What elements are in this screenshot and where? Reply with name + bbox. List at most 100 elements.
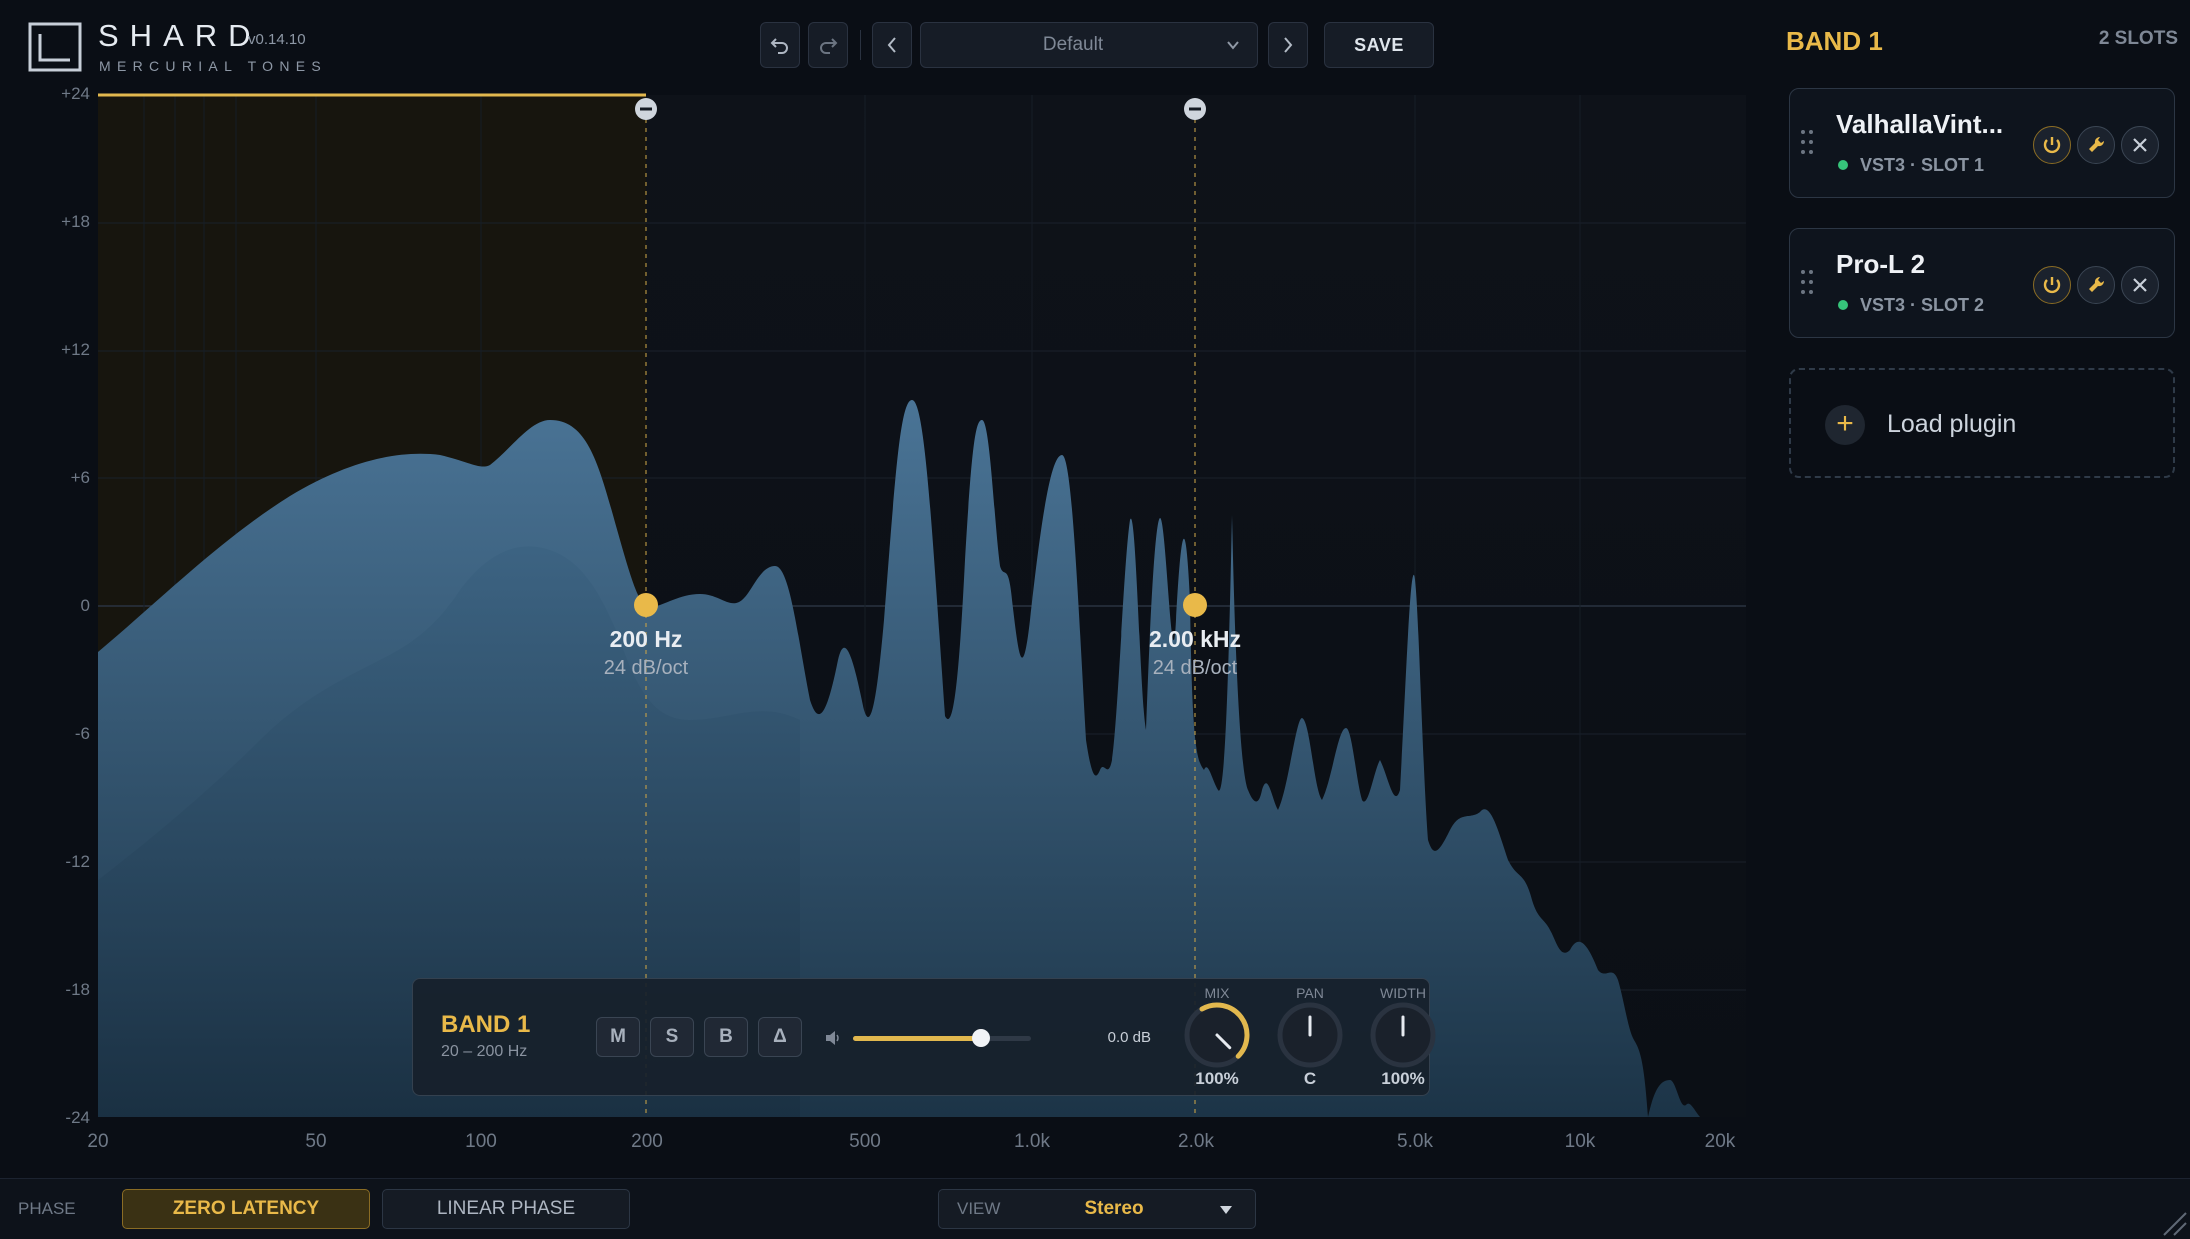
remove-crossover-200hz-icon[interactable] bbox=[635, 98, 657, 120]
redo-button[interactable] bbox=[808, 22, 848, 68]
close-icon bbox=[2133, 278, 2147, 292]
bypass-button[interactable]: B bbox=[704, 1017, 748, 1057]
next-preset-button[interactable] bbox=[1268, 22, 1308, 68]
x-tick: 2.0k bbox=[1178, 1131, 1214, 1152]
band-control-panel: BAND 1 20 – 200 Hz M S B Δ 0.0 dB MIX 10… bbox=[412, 978, 1436, 1096]
zero-latency-button[interactable]: ZERO LATENCY bbox=[122, 1189, 370, 1229]
crossover-slope: 24 dB/oct bbox=[603, 657, 689, 679]
x-tick: 10k bbox=[1564, 1131, 1596, 1152]
preset-name: Default bbox=[1042, 34, 1104, 55]
width-knob[interactable] bbox=[1367, 999, 1439, 1071]
active-status-dot bbox=[1838, 300, 1848, 310]
wrench-icon bbox=[2089, 276, 2105, 292]
view-selector[interactable]: VIEW Stereo bbox=[938, 1189, 1256, 1229]
toolbar-divider bbox=[860, 30, 861, 60]
crossover-node-2khz[interactable] bbox=[1183, 593, 1207, 617]
x-tick: 500 bbox=[849, 1131, 881, 1152]
y-tick: +12 bbox=[61, 340, 90, 359]
mix-knob[interactable] bbox=[1181, 999, 1253, 1071]
plugin-name: ValhallaVint... bbox=[1836, 109, 2004, 139]
wrench-icon bbox=[2089, 136, 2105, 152]
crossover-label-200hz: 200 Hz 24 dB/oct bbox=[546, 626, 746, 680]
chevron-left-icon bbox=[887, 37, 896, 53]
y-tick: +6 bbox=[70, 468, 90, 487]
y-tick: 0 bbox=[80, 596, 90, 615]
remove-plugin-button[interactable] bbox=[2121, 126, 2159, 164]
solo-button[interactable]: S bbox=[650, 1017, 694, 1057]
power-button[interactable] bbox=[2033, 266, 2071, 304]
y-tick: -12 bbox=[65, 852, 90, 871]
power-button[interactable] bbox=[2033, 126, 2071, 164]
undo-icon bbox=[770, 38, 788, 54]
undo-button[interactable] bbox=[760, 22, 800, 68]
plugin-settings-button[interactable] bbox=[2077, 126, 2115, 164]
x-tick: 1.0k bbox=[1014, 1131, 1050, 1152]
plugin-slot-1[interactable]: ValhallaVint... VST3 · SLOT 1 bbox=[1789, 88, 2175, 198]
chevron-right-icon bbox=[1284, 37, 1293, 53]
mute-button[interactable]: M bbox=[596, 1017, 640, 1057]
active-status-dot bbox=[1838, 160, 1848, 170]
mix-knob-value: 100% bbox=[1195, 1069, 1239, 1088]
slider-fill bbox=[853, 1036, 982, 1041]
x-tick: 200 bbox=[631, 1131, 663, 1152]
y-tick: -6 bbox=[74, 724, 90, 743]
footer-bar: PHASE ZERO LATENCY LINEAR PHASE VIEW Ste… bbox=[0, 1178, 2190, 1239]
y-tick: +18 bbox=[61, 212, 90, 231]
plugin-meta: VST3 · SLOT 1 bbox=[1838, 155, 1984, 176]
crossover-slope: 24 dB/oct bbox=[1152, 657, 1238, 679]
preset-selector[interactable]: Default bbox=[920, 22, 1258, 68]
pan-knob-value: C bbox=[1303, 1069, 1317, 1088]
power-icon bbox=[2043, 137, 2061, 154]
app-vendor: MERCURIAL TONES bbox=[99, 58, 328, 74]
crossover-node-200hz[interactable] bbox=[634, 593, 658, 617]
chevron-down-icon bbox=[1227, 41, 1239, 50]
slot-count: 2 SLOTS bbox=[2098, 28, 2178, 49]
plugin-format: VST3 · SLOT 2 bbox=[1860, 295, 1985, 315]
band-range: 20 – 200 Hz bbox=[441, 1043, 528, 1060]
save-button[interactable]: SAVE bbox=[1324, 22, 1434, 68]
shard-logo-icon bbox=[28, 22, 82, 72]
plugin-meta: VST3 · SLOT 2 bbox=[1838, 295, 1984, 316]
x-tick: 50 bbox=[305, 1131, 327, 1152]
resize-handle-icon[interactable] bbox=[2160, 1209, 2188, 1237]
dropdown-arrow-icon bbox=[1220, 1206, 1232, 1214]
side-panel-title: BAND 1 bbox=[1786, 26, 1883, 56]
plugin-slot-2[interactable]: Pro-L 2 VST3 · SLOT 2 bbox=[1789, 228, 2175, 338]
slider-thumb[interactable] bbox=[972, 1029, 991, 1047]
phase-label: PHASE bbox=[18, 1199, 76, 1218]
delta-button[interactable]: Δ bbox=[758, 1017, 802, 1057]
prev-preset-button[interactable] bbox=[872, 22, 912, 68]
y-tick: -24 bbox=[65, 1108, 90, 1127]
crossover-frequency: 2.00 kHz bbox=[1148, 626, 1242, 652]
redo-icon bbox=[820, 38, 838, 54]
y-tick: +24 bbox=[61, 84, 90, 103]
width-knob-value: 100% bbox=[1381, 1069, 1425, 1088]
view-value: Stereo bbox=[1084, 1198, 1144, 1219]
x-tick: 20k bbox=[1704, 1131, 1736, 1152]
y-tick: -18 bbox=[65, 980, 90, 999]
plugin-format: VST3 · SLOT 1 bbox=[1860, 155, 1985, 175]
linear-phase-button[interactable]: LINEAR PHASE bbox=[382, 1189, 630, 1229]
app-name: SHARD bbox=[98, 18, 262, 53]
x-tick: 100 bbox=[465, 1131, 497, 1152]
plugin-name: Pro-L 2 bbox=[1836, 249, 1926, 279]
load-plugin-button[interactable]: + Load plugin bbox=[1789, 368, 2175, 478]
load-plugin-label: Load plugin bbox=[1887, 410, 2017, 438]
x-tick: 20 bbox=[87, 1131, 109, 1152]
pan-knob[interactable] bbox=[1274, 999, 1346, 1071]
view-label: VIEW bbox=[957, 1199, 1001, 1218]
band-volume-slider[interactable] bbox=[853, 1029, 1031, 1047]
plugin-settings-button[interactable] bbox=[2077, 266, 2115, 304]
app-version: v0.14.10 bbox=[248, 31, 306, 48]
drag-handle-icon[interactable] bbox=[1800, 269, 1814, 295]
x-tick: 5.0k bbox=[1397, 1131, 1433, 1152]
remove-crossover-2khz-icon[interactable] bbox=[1184, 98, 1206, 120]
band-title: BAND 1 bbox=[441, 1011, 531, 1038]
remove-plugin-button[interactable] bbox=[2121, 266, 2159, 304]
gain-value: 0.0 dB bbox=[1107, 1029, 1151, 1046]
close-icon bbox=[2133, 138, 2147, 152]
crossover-frequency: 200 Hz bbox=[609, 626, 683, 652]
power-icon bbox=[2043, 277, 2061, 294]
speaker-icon bbox=[826, 1031, 839, 1045]
drag-handle-icon[interactable] bbox=[1800, 129, 1814, 155]
